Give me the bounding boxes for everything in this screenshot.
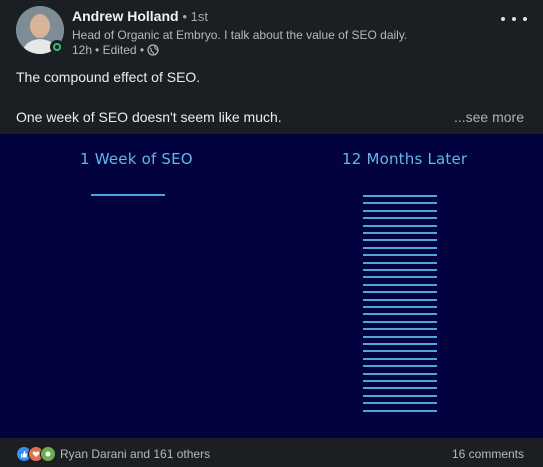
comments-count[interactable]: 16 comments [452, 447, 524, 461]
more-options-button[interactable] [501, 12, 527, 26]
month-bar [363, 350, 437, 353]
feed-post: Andrew Holland • 1st Head of Organic at … [0, 0, 543, 467]
month-bar [363, 394, 437, 397]
month-bar [363, 269, 437, 271]
month-bar [363, 313, 437, 316]
month-bar [363, 246, 437, 249]
online-status-icon [50, 40, 64, 54]
dot [501, 17, 505, 21]
month-bar [363, 328, 437, 331]
month-bar [363, 306, 437, 308]
month-bar [363, 343, 437, 345]
reactions-summary[interactable]: Ryan Darani and 161 others [60, 447, 210, 461]
month-bar [363, 254, 437, 257]
month-bar [363, 291, 437, 294]
post-image[interactable]: 1 Week of SEO 12 Months Later [0, 134, 543, 438]
month-bar [363, 335, 437, 338]
month-bar [363, 402, 437, 405]
month-bar [363, 372, 437, 375]
month-bar [363, 276, 437, 279]
author-line: Andrew Holland • 1st [72, 8, 208, 24]
author-name[interactable]: Andrew Holland [72, 8, 179, 24]
edited-label: • Edited • [95, 43, 145, 57]
dot [512, 17, 516, 21]
month-bar [363, 365, 437, 368]
month-bar [363, 409, 437, 412]
author-headline: Head of Organic at Embryo. I talk about … [72, 28, 408, 42]
month-bar [363, 202, 437, 205]
image-right-label: 12 Months Later [342, 150, 468, 168]
month-bar [363, 224, 437, 227]
month-bar [363, 380, 437, 382]
month-bar [363, 195, 437, 197]
post-text-line-2: One week of SEO doesn't seem like much. [16, 109, 282, 125]
month-bar [363, 357, 437, 360]
dot [523, 17, 527, 21]
globe-icon [147, 44, 159, 56]
month-bar [363, 232, 437, 234]
post-text-line-1: The compound effect of SEO. [16, 69, 201, 85]
support-icon [40, 446, 56, 462]
month-bar [363, 239, 437, 242]
month-bar [363, 217, 437, 220]
reaction-icons[interactable] [16, 446, 56, 462]
month-bar [363, 209, 437, 212]
month-bar [363, 261, 437, 264]
month-bar [363, 283, 437, 286]
month-bar [363, 320, 437, 323]
week-bar [91, 194, 165, 196]
image-left-label: 1 Week of SEO [80, 150, 193, 168]
post-time: 12h [72, 43, 93, 57]
post-meta: 12h • Edited • [72, 43, 159, 57]
month-bar [363, 387, 437, 390]
see-more-link[interactable]: ...see more [454, 109, 524, 125]
connection-degree: • 1st [182, 9, 208, 24]
month-bar [363, 298, 437, 301]
